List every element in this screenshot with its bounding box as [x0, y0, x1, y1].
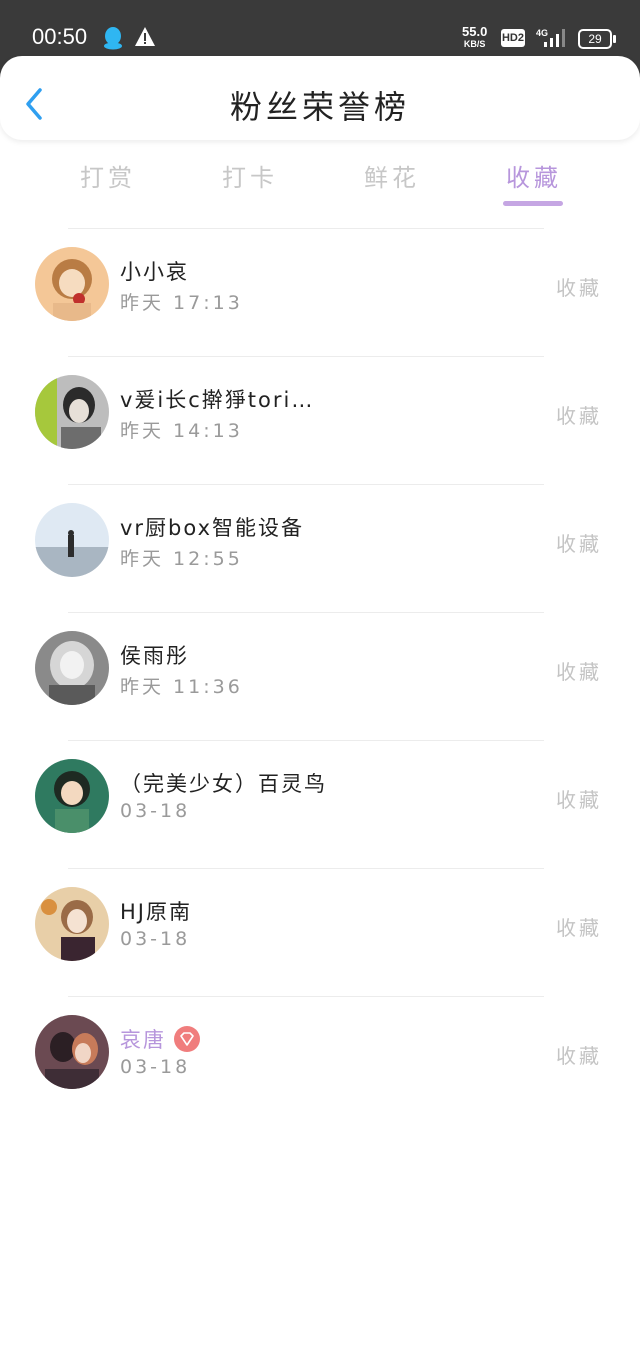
list-item[interactable]: （完美少女）百灵鸟 03-18 收藏 [0, 740, 640, 868]
list-item[interactable]: 哀唐 03-18 收藏 [0, 996, 640, 1124]
action-label: 收藏 [556, 532, 602, 556]
net-speed-value: 55.0 [462, 24, 488, 39]
divider [68, 484, 544, 485]
user-name: HJ原南 [120, 900, 192, 924]
timestamp: 03-18 [120, 1056, 191, 1078]
tab-favorites[interactable]: 收藏 [506, 158, 562, 193]
list-item[interactable]: v爰i长c擀猙tori… 昨天 14:13 收藏 [0, 356, 640, 484]
avatar[interactable] [35, 503, 109, 577]
page-title: 粉丝荣誉榜 [229, 88, 410, 126]
divider [68, 868, 544, 869]
timestamp: 昨天 12:55 [120, 548, 243, 570]
timestamp: 昨天 11:36 [120, 676, 243, 698]
user-name: 小小哀 [120, 260, 189, 284]
timestamp: 昨天 14:13 [120, 420, 243, 442]
qq-icon [102, 26, 124, 54]
avatar[interactable] [35, 1015, 109, 1089]
divider [68, 740, 544, 741]
timestamp: 昨天 17:13 [120, 292, 243, 314]
timestamp: 03-18 [120, 800, 191, 822]
user-name: 侯雨彤 [120, 644, 189, 668]
signal-icon: 4G [536, 26, 568, 52]
divider [68, 228, 544, 229]
avatar[interactable] [35, 375, 109, 449]
tab-bar: 打赏 打卡 鲜花 收藏 [0, 150, 640, 210]
avatar[interactable] [35, 631, 109, 705]
action-label: 收藏 [556, 1044, 602, 1068]
svg-text:4G: 4G [536, 28, 548, 38]
avatar[interactable] [35, 887, 109, 961]
tab-checkin[interactable]: 打卡 [222, 158, 278, 193]
tab-reward[interactable]: 打赏 [80, 158, 136, 193]
tab-flowers[interactable]: 鲜花 [364, 158, 420, 193]
net-speed-unit: KB/S [463, 39, 486, 49]
divider [68, 612, 544, 613]
action-label: 收藏 [556, 404, 602, 428]
timestamp: 03-18 [120, 928, 191, 950]
user-name: （完美少女）百灵鸟 [120, 772, 327, 796]
avatar[interactable] [35, 759, 109, 833]
net-speed: 55.0 KB/S [462, 24, 488, 50]
user-name-text: 哀唐 [120, 1028, 166, 1052]
user-name: vr厨box智能设备 [120, 516, 305, 540]
list-item[interactable]: HJ原南 03-18 收藏 [0, 868, 640, 996]
action-label: 收藏 [556, 660, 602, 684]
warning-icon [134, 26, 156, 52]
user-name: 哀唐 [120, 1024, 200, 1054]
hd-badge: HD2 [501, 29, 525, 47]
status-time: 00:50 [32, 24, 88, 49]
action-label: 收藏 [556, 788, 602, 812]
diamond-badge-icon [174, 1026, 200, 1052]
active-tab-indicator [503, 201, 563, 206]
action-label: 收藏 [556, 916, 602, 940]
user-name: v爰i长c擀猙tori… [120, 388, 315, 412]
list-item[interactable]: 侯雨彤 昨天 11:36 收藏 [0, 612, 640, 740]
list-item[interactable]: vr厨box智能设备 昨天 12:55 收藏 [0, 484, 640, 612]
action-label: 收藏 [556, 276, 602, 300]
avatar[interactable] [35, 247, 109, 321]
divider [68, 356, 544, 357]
divider [68, 996, 544, 997]
battery-indicator: 29 [578, 29, 616, 49]
list-item[interactable]: 小小哀 昨天 17:13 收藏 [0, 228, 640, 356]
app-header: 粉丝荣誉榜 [0, 56, 640, 140]
